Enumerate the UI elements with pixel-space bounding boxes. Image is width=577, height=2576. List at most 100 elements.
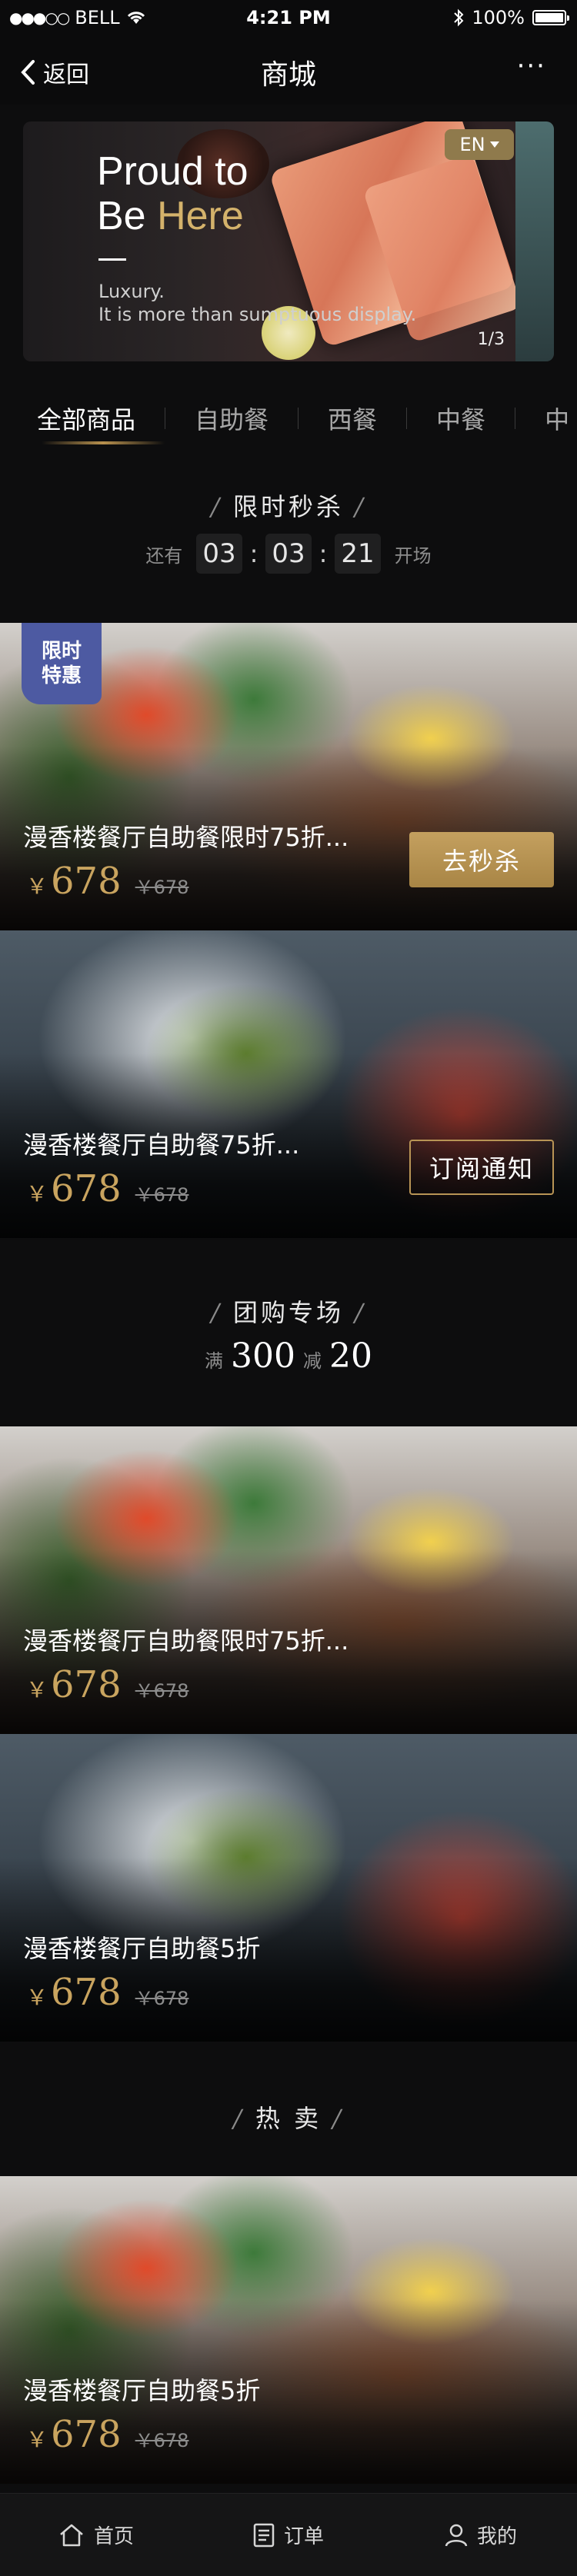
countdown-minutes: 03: [265, 534, 312, 574]
countdown-hours: 03: [196, 534, 242, 574]
banner-divider: [98, 258, 126, 261]
banner-subtitle-line2: It is more than sumptuous display.: [98, 304, 417, 325]
banner-headline-line2: Be Here: [97, 194, 248, 238]
active-tab-indicator: [42, 441, 165, 444]
page-title: 商城: [260, 59, 316, 91]
tabbar-profile[interactable]: 我的: [385, 2494, 577, 2576]
banner-subtitle-line1: Luxury.: [98, 281, 165, 302]
countdown-colon: :: [249, 539, 258, 568]
battery-icon: [532, 10, 569, 25]
nav-bar: 返回 商城 ···: [0, 37, 577, 105]
currency-symbol: ￥: [26, 1677, 48, 1702]
banner-headline: Proud to Be Here: [97, 149, 248, 238]
tabbar-orders-label: 订单: [283, 2525, 324, 2548]
original-price: ￥678: [135, 877, 189, 898]
title-ornament-left: /: [211, 492, 222, 521]
countdown-suffix: 开场: [394, 544, 432, 567]
group-buy-title: / 团购专场 /: [0, 1293, 577, 1329]
tabbar-home[interactable]: 首页: [0, 2494, 192, 2576]
tabbar-profile-label: 我的: [476, 2525, 517, 2548]
hot-sale-title: / 热 卖 /: [0, 2099, 577, 2135]
current-price-value: 678: [51, 1167, 122, 1210]
flash-sale-title: / 限时秒杀 /: [0, 488, 577, 523]
promo-full-amount: 300: [231, 1336, 295, 1376]
subscribe-notification-button[interactable]: 订阅通知: [409, 1140, 554, 1195]
tab-divider: [298, 408, 299, 429]
promo-minus-amount: 20: [329, 1336, 372, 1376]
product-name: 漫香楼餐厅自助餐5折: [23, 1934, 261, 1963]
title-ornament-right: /: [355, 1298, 366, 1327]
tab-all-products[interactable]: 全部商品: [37, 401, 135, 436]
countdown-colon: :: [319, 539, 328, 568]
countdown-prefix: 还有: [145, 544, 183, 567]
group-buy-card[interactable]: 漫香楼餐厅自助餐限时75折... ￥678 ￥678: [0, 1426, 577, 1734]
banner-subtitle: Luxury. It is more than sumptuous displa…: [98, 280, 416, 326]
banner-next-slide-peek: [515, 121, 554, 361]
current-price-value: 678: [51, 1663, 122, 1706]
current-price: ￥678: [26, 2413, 122, 2456]
current-price-value: 678: [51, 2413, 122, 2456]
battery-percent: 100%: [472, 7, 525, 28]
currency-symbol: ￥: [26, 1985, 48, 2010]
status-bar: ●●●○○ BELL 4:21 PM 100%: [0, 0, 577, 37]
currency-symbol: ￥: [26, 2427, 48, 2452]
promo-full-label: 满: [205, 1350, 223, 1372]
original-price: ￥678: [135, 1184, 189, 1206]
current-price-value: 678: [51, 860, 122, 903]
hot-sale-title-text: 热 卖: [255, 2104, 322, 2133]
category-tabs: 全部商品 自助餐 西餐 中餐 中: [0, 388, 577, 449]
group-buy-title-text: 团购专场: [232, 1298, 344, 1327]
bottom-tab-bar: 首页 订单 我的: [0, 2493, 577, 2576]
currency-symbol: ￥: [26, 874, 48, 899]
language-switch-button[interactable]: EN: [445, 129, 514, 160]
badge-line2: 特惠: [41, 664, 82, 687]
price-row: ￥678 ￥678: [26, 1663, 188, 1706]
title-ornament-left: /: [211, 1298, 222, 1327]
promo-banner[interactable]: Proud to Be Here Luxury. It is more than…: [23, 121, 554, 361]
hot-sale-card[interactable]: 漫香楼餐厅自助餐5折 ￥678 ￥678: [0, 2176, 577, 2484]
tab-western[interactable]: 西餐: [328, 401, 377, 436]
order-icon: [253, 2523, 275, 2547]
flash-sale-title-text: 限时秒杀: [232, 492, 344, 521]
tab-overflow[interactable]: 中: [545, 401, 569, 436]
product-name: 漫香楼餐厅自助餐限时75折...: [23, 1626, 349, 1656]
tabbar-orders[interactable]: 订单: [192, 2494, 385, 2576]
language-label: EN: [459, 134, 485, 155]
current-price: ￥678: [26, 1167, 122, 1210]
banner-headline-here: Here: [157, 194, 244, 238]
countdown-timer: 还有 03 : 03 : 21 开场: [0, 534, 577, 574]
current-price-value: 678: [51, 1971, 122, 2014]
original-price: ￥678: [135, 2430, 189, 2451]
status-right: 100%: [453, 7, 569, 28]
tab-divider: [406, 408, 408, 429]
title-ornament-right: /: [355, 492, 366, 521]
current-price: ￥678: [26, 1971, 122, 2014]
countdown-seconds: 21: [335, 534, 381, 574]
product-name: 漫香楼餐厅自助餐5折: [23, 2376, 261, 2405]
group-buy-card[interactable]: 漫香楼餐厅自助餐5折 ￥678 ￥678: [0, 1734, 577, 2042]
product-name: 漫香楼餐厅自助餐75折...: [23, 1130, 300, 1160]
current-price: ￥678: [26, 1663, 122, 1706]
original-price: ￥678: [135, 1680, 189, 1702]
title-ornament-right: /: [332, 2104, 344, 2133]
badge-line1: 限时: [41, 640, 82, 663]
flash-sale-card[interactable]: 漫香楼餐厅自助餐75折... ￥678 ￥678 订阅通知: [0, 930, 577, 1238]
grab-deal-button[interactable]: 去秒杀: [409, 832, 554, 887]
product-name: 漫香楼餐厅自助餐限时75折...: [23, 823, 349, 852]
home-icon: [60, 2524, 83, 2546]
caret-down-icon: [489, 141, 499, 148]
flash-sale-card[interactable]: 限时 特惠 漫香楼餐厅自助餐限时75折... ￥678 ￥678 去秒杀: [0, 623, 577, 930]
tab-chinese[interactable]: 中餐: [436, 401, 485, 436]
current-price: ￥678: [26, 860, 122, 903]
tab-buffet[interactable]: 自助餐: [195, 401, 268, 436]
more-button[interactable]: ···: [517, 51, 546, 82]
bluetooth-icon: [454, 8, 464, 27]
group-buy-promo: 满 300 减 20: [0, 1336, 577, 1376]
limited-offer-badge: 限时 特惠: [22, 623, 102, 704]
user-icon: [445, 2524, 468, 2546]
title-ornament-left: /: [233, 2104, 245, 2133]
price-row: ￥678 ￥678: [26, 1971, 188, 2014]
price-row: ￥678 ￥678: [26, 1167, 188, 1210]
tabbar-home-label: 首页: [93, 2525, 134, 2548]
currency-symbol: ￥: [26, 1181, 48, 1206]
